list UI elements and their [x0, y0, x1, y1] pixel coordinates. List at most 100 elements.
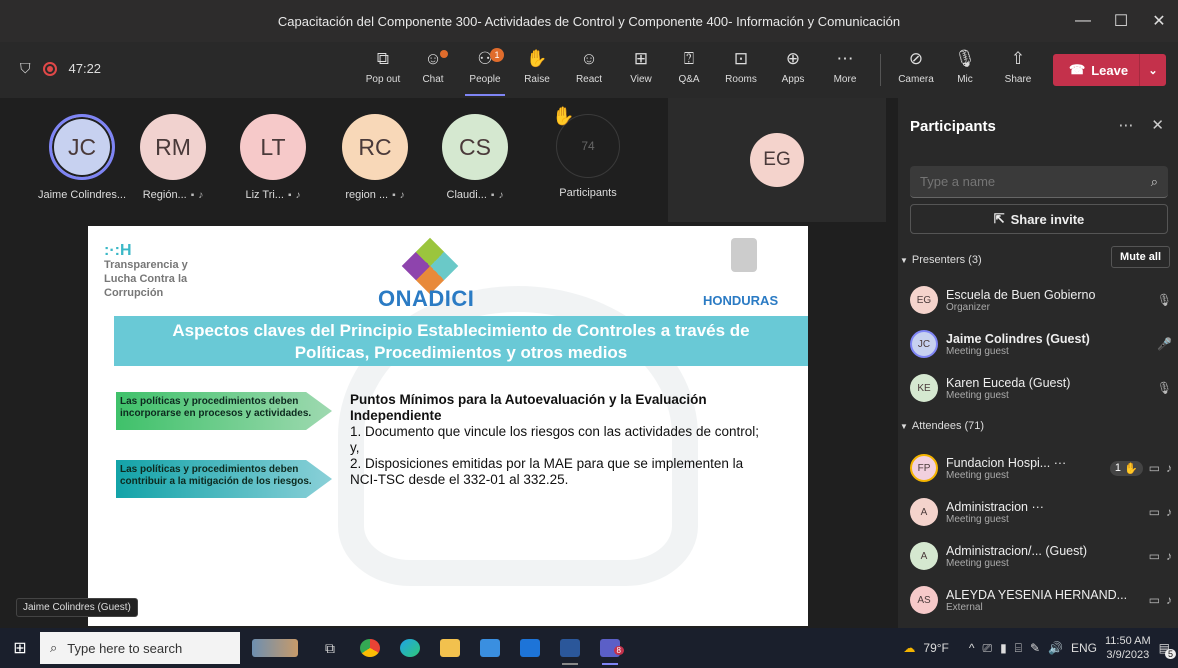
more-button[interactable]: ⋯ More [822, 48, 868, 94]
people-badge: 1 [490, 48, 504, 62]
notification-icon[interactable]: ▤ 5 [1159, 641, 1176, 659]
participant-name: Fundacion Hospi... ··· [946, 455, 1067, 470]
avatar: A [910, 498, 938, 526]
participant-name: ALEYDA YESENIA HERNAND... [946, 587, 1128, 602]
avatar: JC [910, 330, 938, 358]
raise-hand-button[interactable]: ✋ Raise [514, 48, 560, 94]
participants-panel: Participants ⋯ ✕ ⌕ ⇱ Share invite ▼ Pres… [898, 98, 1178, 628]
task-view-icon[interactable]: ⧉ [310, 628, 350, 668]
participant-row[interactable]: FP Fundacion Hospi... ··· Meeting guest … [910, 450, 1172, 486]
search-input[interactable] [920, 174, 1120, 189]
mic-button[interactable]: 🎙 Mic [942, 48, 988, 94]
camera-off-icon: ▭ [1148, 593, 1160, 607]
participant-tile-lt[interactable]: LT Liz Tri... ▪ ♪ [240, 114, 306, 201]
minimize-button[interactable]: — [1064, 0, 1102, 42]
edge-icon[interactable] [390, 628, 430, 668]
view-button[interactable]: ⊞ View [618, 48, 664, 94]
share-invite-button[interactable]: ⇱ Share invite [910, 204, 1168, 234]
mic-off-icon[interactable]: ♪ [1166, 593, 1172, 607]
participant-search[interactable]: ⌕ [910, 166, 1168, 198]
camera-off-icon: ▭ [1148, 461, 1160, 475]
honduras-wordmark: HONDURAS [703, 293, 779, 308]
windows-start-icon[interactable]: ⊞ [0, 628, 40, 668]
apps-button[interactable]: ⊕ Apps [770, 48, 816, 94]
close-window-button[interactable]: ✕ [1140, 0, 1178, 42]
word-icon[interactable] [550, 628, 590, 668]
mic-off-icon[interactable]: ♪ [1166, 461, 1172, 475]
search-icon[interactable]: ⌕ [1151, 174, 1158, 190]
participant-tile-rc[interactable]: RC region ... ▪ ♪ [342, 114, 408, 201]
mic-off-icon[interactable]: 🎙 [1157, 293, 1172, 307]
network-icon[interactable]: ⌸ [1015, 641, 1022, 656]
participant-role: Meeting guest [946, 513, 1009, 525]
participant-tile-jc[interactable]: JC Jaime Colindres... [38, 114, 126, 201]
camera-off-icon: ▪ [287, 189, 292, 201]
chevron-down-icon: ▼ [900, 421, 908, 431]
participant-row[interactable]: KE Karen Euceda (Guest) Meeting guest 🎙 [910, 370, 1172, 406]
participant-row[interactable]: EG Escuela de Buen Gobierno Organizer 🎙 [910, 282, 1172, 318]
attendees-section-header[interactable]: ▼ Attendees (71) [898, 414, 1178, 438]
presenters-section-header[interactable]: ▼ Presenters (3) Mute all [898, 246, 1178, 272]
participant-tile-eg[interactable]: EG [668, 98, 886, 222]
weather-temp[interactable]: 79°F [923, 641, 948, 655]
taskbar-clock[interactable]: 11:50 AM 3/9/2023 [1105, 634, 1151, 662]
taskbar-app-thumbnail-icon[interactable] [240, 628, 310, 668]
meet-now-icon[interactable]: ⎚ [983, 641, 993, 656]
camera-off-icon: ▭ [1148, 505, 1160, 519]
avatar: EG [750, 133, 804, 187]
participant-row[interactable]: AS ALEYDA YESENIA HERNAND... External ▭ … [910, 582, 1172, 618]
avatar: A [910, 542, 938, 570]
participant-role: Meeting guest [946, 345, 1009, 357]
more-participants-label: Participants [559, 187, 617, 199]
leave-button[interactable]: ☎ Leave ⌄ [1053, 54, 1166, 86]
participant-row[interactable]: A Administracion/... (Guest) Meeting gue… [910, 538, 1172, 574]
shared-presentation-slide: :·:H Transparencia y Lucha Contra la Cor… [88, 226, 808, 626]
teams-icon[interactable]: 8 [590, 628, 630, 668]
volume-icon[interactable]: 🔊 [1048, 641, 1063, 655]
more-options-icon[interactable]: ⋯ [1118, 116, 1133, 134]
raise-hand-icon: ✋ [1123, 462, 1138, 475]
more-participants-tile[interactable]: ✋ 74 Participants [552, 106, 620, 199]
window-controls: — ☐ ✕ [1064, 0, 1178, 42]
rooms-button[interactable]: ⊡ Rooms [718, 48, 764, 94]
leave-options-chevron-icon[interactable]: ⌄ [1139, 54, 1166, 86]
camera-off-icon: ▪ [490, 189, 495, 201]
react-button[interactable]: ☺ React [566, 48, 612, 94]
maximize-button[interactable]: ☐ [1102, 0, 1140, 42]
qa-button[interactable]: ⍰ Q&A [666, 48, 712, 94]
share-button[interactable]: ⇧ Share [995, 48, 1041, 94]
language-indicator[interactable]: ENG [1071, 641, 1097, 655]
mic-off-icon[interactable]: ♪ [1166, 549, 1172, 563]
participant-tile-rm[interactable]: RM Región... ▪ ♪ [140, 114, 206, 201]
windows-taskbar: ⊞ ⌕ Type here to search ⧉ 8 ☁ 79°F ^ ⎚ ▮… [0, 628, 1178, 668]
mute-all-button[interactable]: Mute all [1111, 246, 1170, 268]
close-icon[interactable]: ✕ [1151, 116, 1164, 134]
raised-hand-badge: 1 ✋ [1109, 460, 1143, 476]
mic-on-icon[interactable]: 🎤 [1157, 337, 1172, 351]
pop-out-button[interactable]: ⧉ Pop out [360, 48, 406, 94]
mail-icon[interactable] [510, 628, 550, 668]
chat-icon: ☺ [424, 49, 442, 68]
participant-tile-cs[interactable]: CS Claudi... ▪ ♪ [442, 114, 508, 201]
slide-banner: Aspectos claves del Principio Establecim… [114, 316, 808, 366]
taskbar-search[interactable]: ⌕ Type here to search [40, 632, 240, 664]
camera-button[interactable]: ⊘ Camera [893, 48, 939, 94]
mic-off-icon[interactable]: ♪ [1166, 505, 1172, 519]
mic-off-icon: ♪ [498, 189, 504, 201]
chat-button[interactable]: ☺ Chat [410, 48, 456, 94]
participant-name: Región... [142, 189, 187, 201]
file-explorer-icon[interactable] [430, 628, 470, 668]
participant-name: Jaime Colindres (Guest) [946, 331, 1090, 346]
toolbar-divider [880, 54, 881, 86]
battery-icon[interactable]: ▮ [1000, 641, 1007, 655]
chrome-icon[interactable] [350, 628, 390, 668]
pen-icon[interactable]: ✎ [1030, 641, 1040, 655]
store-icon[interactable] [470, 628, 510, 668]
mic-off-icon[interactable]: 🎙 [1157, 381, 1172, 395]
participant-row[interactable]: A Administracion ··· Meeting guest ▭ ♪ [910, 494, 1172, 530]
mic-off-icon: ♪ [198, 189, 204, 201]
weather-icon[interactable]: ☁ [903, 641, 915, 655]
chevron-up-icon[interactable]: ^ [969, 641, 975, 655]
people-button[interactable]: ⚇ 1 People [462, 48, 508, 96]
participant-row[interactable]: JC Jaime Colindres (Guest) Meeting guest… [910, 326, 1172, 362]
